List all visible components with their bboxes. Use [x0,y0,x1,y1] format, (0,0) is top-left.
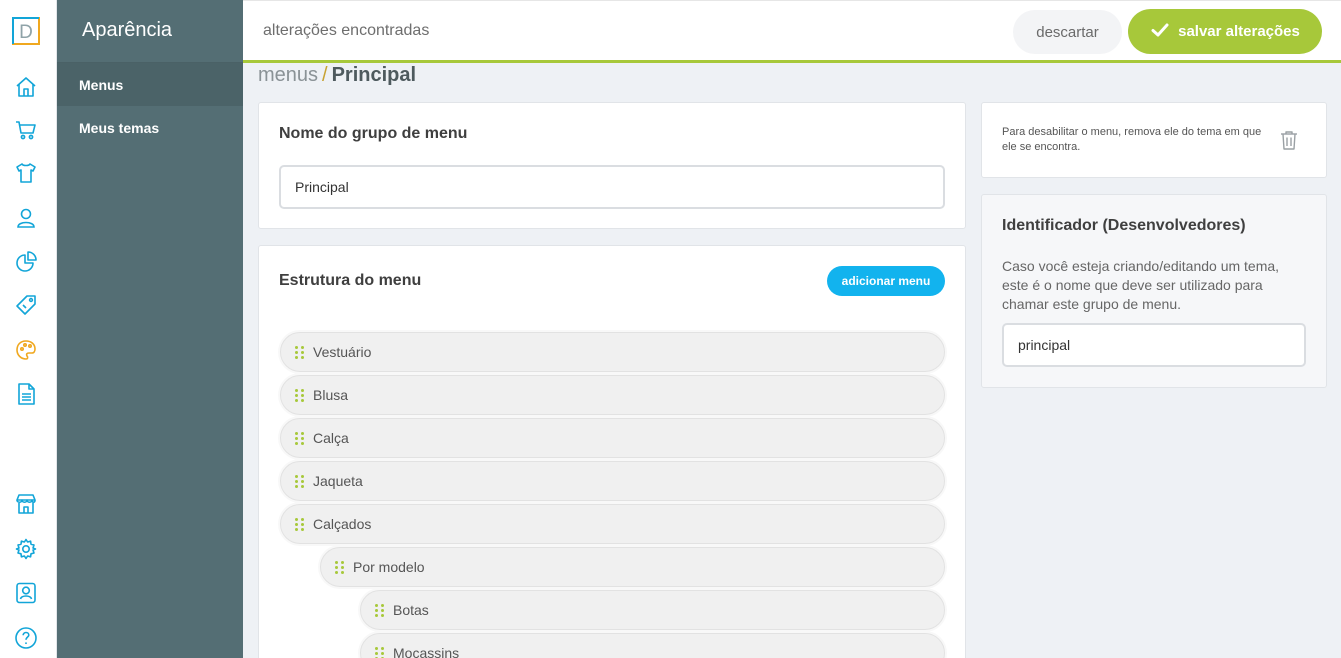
group-name-card: Nome do grupo de menu [258,102,966,229]
menu-item-label: Blusa [313,387,349,403]
drag-handle-icon[interactable] [295,429,307,447]
sidebar-item-meus-temas[interactable]: Meus temas [57,106,243,149]
menu-item-label: Mocassins [393,645,460,658]
menu-item[interactable]: Mocassins [360,633,945,658]
menu-item-label: Vestuário [313,344,372,360]
icon-rail: D [0,0,57,658]
sidebar-item-label: Meus temas [79,120,160,136]
drag-handle-icon[interactable] [295,472,307,490]
menu-item-label: Jaqueta [313,473,363,489]
menu-item-label: Por modelo [353,559,425,575]
disable-menu-card: Para desabilitar o menu, remova ele do t… [981,102,1327,178]
shirt-icon[interactable] [14,161,38,185]
sidebar-title: Aparência [57,0,243,63]
trash-icon[interactable] [1278,129,1300,151]
user-icon[interactable] [14,206,38,230]
drag-handle-icon[interactable] [375,644,387,658]
menu-item-label: Calça [313,430,349,446]
sidebar: Aparência Menus Meus temas [57,0,243,658]
sidebar-item-menus[interactable]: Menus [57,63,243,106]
identifier-description: Caso você esteja criando/editando um tem… [1002,258,1280,312]
identifier-input[interactable] [1002,323,1306,367]
top-bar: alterações encontradas descartar salvar … [243,0,1341,63]
breadcrumb-separator: / [322,64,328,86]
group-name-title: Nome do grupo de menu [279,125,468,142]
breadcrumb: menus / Principal [258,64,416,87]
store-icon[interactable] [14,492,38,516]
identifier-card: Identificador (Desenvolvedores) Caso voc… [981,194,1327,388]
menu-item[interactable]: Jaqueta [280,461,945,501]
save-changes-button[interactable]: salvar alterações [1128,9,1322,54]
disable-menu-note: Para desabilitar o menu, remova ele do t… [1002,126,1262,153]
palette-icon[interactable] [14,338,38,362]
menu-structure-card: Estrutura do menu adicionar menu Vestuár… [258,245,966,658]
drag-handle-icon[interactable] [295,386,307,404]
drag-handle-icon[interactable] [295,343,307,361]
group-name-input[interactable] [279,165,945,209]
user-card-icon[interactable] [14,581,38,605]
menu-item-label: Calçados [313,516,372,532]
menu-item[interactable]: Botas [360,590,945,630]
check-icon [1150,20,1170,44]
drag-handle-icon[interactable] [295,515,307,533]
cart-icon[interactable] [14,118,38,142]
breadcrumb-parent[interactable]: menus [258,64,318,86]
pie-chart-icon[interactable] [14,250,38,274]
identifier-title: Identificador (Desenvolvedores) [1002,217,1246,234]
menu-item[interactable]: Por modelo [320,547,945,587]
menu-item-label: Botas [393,602,429,618]
svg-text:D: D [19,22,33,43]
gear-icon[interactable] [14,537,38,561]
menu-item[interactable]: Calçados [280,504,945,544]
sidebar-item-label: Menus [79,77,124,93]
tags-icon[interactable] [14,293,38,317]
changes-status: alterações encontradas [263,22,430,39]
logo[interactable]: D [12,17,40,45]
help-icon[interactable] [14,626,38,650]
save-label: salvar alterações [1178,23,1300,40]
drag-handle-icon[interactable] [335,558,347,576]
menu-item[interactable]: Blusa [280,375,945,415]
drag-handle-icon[interactable] [375,601,387,619]
menu-item[interactable]: Vestuário [280,332,945,372]
discard-button[interactable]: descartar [1013,10,1122,54]
document-icon[interactable] [14,382,38,406]
breadcrumb-current: Principal [331,64,417,86]
add-menu-button[interactable]: adicionar menu [827,266,945,296]
menu-structure-title: Estrutura do menu [279,272,422,289]
menu-item[interactable]: Calça [280,418,945,458]
home-icon[interactable] [14,75,38,99]
